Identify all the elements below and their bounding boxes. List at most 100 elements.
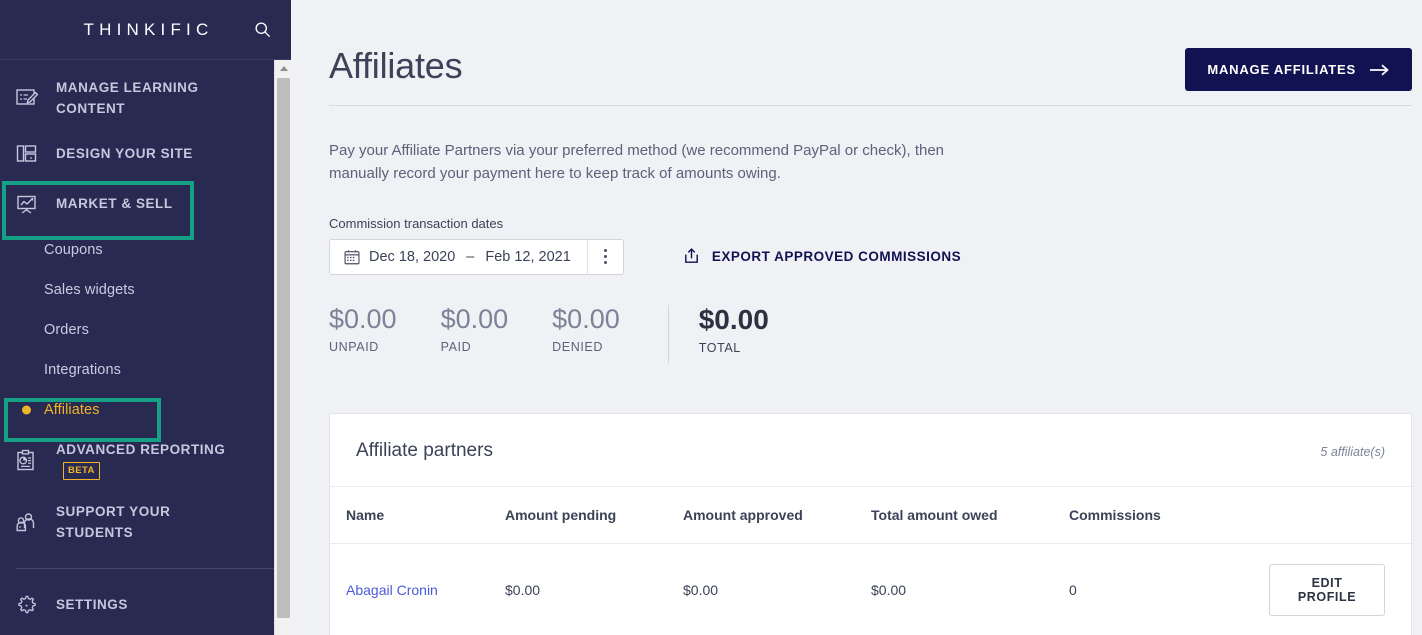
table-header-row: Name Amount pending Amount approved Tota… — [330, 486, 1411, 544]
date-range-display[interactable]: Dec 18, 2020 – Feb 12, 2021 — [330, 240, 587, 274]
sidebar-subitem-label: Integrations — [44, 361, 121, 378]
brand-bar: THINKIFIC — [0, 0, 291, 60]
stat-paid: $0.00 PAID — [440, 303, 509, 355]
sidebar-divider — [16, 567, 275, 569]
app-root: THINKIFIC MANAGE LEARNING CONTENT DESIGN… — [0, 0, 1422, 635]
manage-affiliates-label: MANAGE AFFILIATES — [1207, 62, 1356, 77]
kebab-dot — [603, 255, 607, 258]
main-content: Affiliates MANAGE AFFILIATES Pay your Af… — [291, 0, 1422, 635]
affiliate-partners-card: Affiliate partners 5 affiliate(s) Name A… — [329, 412, 1412, 635]
sidebar-item-settings[interactable]: SETTINGS — [0, 581, 291, 631]
cell-amount-pending: $0.00 — [505, 581, 541, 598]
page-header: Affiliates MANAGE AFFILIATES — [329, 0, 1422, 91]
intro-text: Pay your Affiliate Partners via your pre… — [329, 142, 945, 183]
stat-label: UNPAID — [329, 340, 379, 355]
edit-profile-button[interactable]: EDIT PROFILE — [1269, 563, 1385, 616]
table-header: Name Amount pending Amount approved Tota… — [330, 486, 1411, 544]
sidebar-item-text: ADVANCED REPORTING — [56, 441, 226, 457]
scrollbar-thumb[interactable] — [277, 78, 290, 618]
date-separator: – — [466, 248, 475, 265]
table-row: Abagail Cronin $0.00 $0.00 $0.00 0 EDIT … — [330, 543, 1411, 635]
sidebar-item-label: MARKET & SELL — [56, 196, 173, 212]
sidebar-subitem-label: Affiliates — [44, 401, 100, 418]
sidebar-item-manage-learning-content[interactable]: MANAGE LEARNING CONTENT — [0, 68, 291, 130]
sidebar-item-label: MANAGE LEARNING CONTENT — [56, 80, 199, 116]
column-header-amount-approved: Amount approved — [683, 486, 871, 544]
date-end: Feb 12, 2021 — [485, 248, 571, 265]
sidebar-subitem-label: Sales widgets — [44, 281, 135, 298]
beta-badge: BETA — [63, 461, 100, 481]
sidebar-scrollbar[interactable] — [274, 60, 291, 635]
kebab-dot — [603, 261, 607, 264]
manage-affiliates-button[interactable]: MANAGE AFFILIATES — [1185, 48, 1412, 91]
sidebar-item-coupons[interactable]: Coupons — [0, 230, 291, 270]
sidebar-item-label: DESIGN YOUR SITE — [56, 146, 193, 162]
cell-commissions: 0 — [1069, 581, 1077, 598]
sidebar-item-market-and-sell[interactable]: MARKET & SELL — [0, 180, 291, 230]
column-header-amount-pending: Amount pending — [505, 486, 683, 544]
sidebar-item-support-your-students[interactable]: SUPPORT YOUR STUDENTS — [0, 492, 291, 554]
sidebar-subitem-label: Orders — [44, 321, 89, 338]
arrow-right-icon — [1370, 64, 1389, 75]
sidebar-nav: MANAGE LEARNING CONTENT DESIGN YOUR SITE — [0, 60, 291, 631]
kebab-dot — [603, 249, 607, 252]
scroll-up-arrow-icon[interactable] — [275, 60, 291, 77]
stats-divider — [667, 304, 669, 363]
card-header: Affiliate partners 5 affiliate(s) — [330, 414, 1411, 487]
table-body: Abagail Cronin $0.00 $0.00 $0.00 0 EDIT … — [330, 543, 1411, 635]
stat-denied: $0.00 DENIED — [552, 303, 620, 355]
search-icon[interactable] — [249, 17, 275, 43]
layout-icon — [12, 140, 42, 170]
people-icon — [12, 508, 42, 538]
sidebar-item-label: SUPPORT YOUR STUDENTS — [56, 503, 171, 540]
cell-total-amount-owed: $0.00 — [871, 581, 907, 598]
cell-amount-approved: $0.00 — [683, 581, 719, 598]
sidebar-item-label: ADVANCED REPORTING BETA — [56, 440, 236, 482]
sidebar: THINKIFIC MANAGE LEARNING CONTENT DESIGN… — [0, 0, 291, 635]
sidebar-item-orders[interactable]: Orders — [0, 310, 291, 350]
column-header-actions — [1269, 486, 1411, 544]
sidebar-item-advanced-reporting[interactable]: ADVANCED REPORTING BETA — [0, 430, 291, 492]
date-start: Dec 18, 2020 — [369, 248, 456, 265]
cell-actions: EDIT PROFILE — [1269, 543, 1411, 635]
clipboard-chart-icon — [12, 446, 42, 476]
filters-row: Dec 18, 2020 – Feb 12, 2021 EXPORT APPRO… — [329, 238, 1422, 275]
filters-section: Commission transaction dates Dec 18, 202… — [329, 216, 1422, 275]
sidebar-item-label: SETTINGS — [56, 597, 128, 613]
active-dot-icon — [22, 405, 31, 415]
export-label: EXPORT APPROVED COMMISSIONS — [711, 249, 962, 264]
column-header-name: Name — [330, 486, 505, 544]
sidebar-item-sales-widgets[interactable]: Sales widgets — [0, 270, 291, 310]
kebab-menu-icon[interactable] — [586, 239, 623, 274]
gear-icon — [12, 591, 42, 621]
header-divider — [329, 105, 1412, 106]
cell-name: Abagail Cronin — [330, 543, 505, 635]
upload-icon — [684, 248, 698, 263]
thinkific-logo: THINKIFIC — [83, 19, 214, 39]
stat-value: $0.00 — [698, 303, 769, 335]
stat-value: $0.00 — [329, 303, 397, 334]
column-header-commissions: Commissions — [1069, 486, 1269, 544]
stats-row: $0.00 UNPAID $0.00 PAID $0.00 DENIED $0.… — [329, 303, 1422, 363]
stat-label: PAID — [440, 340, 472, 355]
page-title: Affiliates — [329, 45, 463, 86]
export-approved-commissions-button[interactable]: EXPORT APPROVED COMMISSIONS — [682, 247, 961, 266]
edit-document-icon — [12, 84, 42, 114]
stat-value: $0.00 — [552, 303, 620, 334]
calendar-icon — [344, 249, 360, 264]
column-header-total-amount-owed: Total amount owed — [871, 486, 1069, 544]
stat-unpaid: $0.00 UNPAID — [329, 303, 397, 355]
sidebar-item-affiliates[interactable]: Affiliates — [0, 390, 291, 430]
stat-total: $0.00 TOTAL — [698, 303, 769, 356]
sidebar-item-design-your-site[interactable]: DESIGN YOUR SITE — [0, 130, 291, 180]
partners-table: Name Amount pending Amount approved Tota… — [330, 486, 1411, 635]
sidebar-item-integrations[interactable]: Integrations — [0, 350, 291, 390]
stat-value: $0.00 — [440, 303, 509, 334]
date-range-field[interactable]: Dec 18, 2020 – Feb 12, 2021 — [329, 238, 624, 275]
stat-label: DENIED — [552, 340, 603, 355]
stat-label: TOTAL — [698, 341, 741, 356]
sidebar-subitem-label: Coupons — [44, 241, 103, 258]
affiliate-count: 5 affiliate(s) — [1320, 444, 1385, 459]
card-title: Affiliate partners — [356, 439, 493, 461]
partner-name-link[interactable]: Abagail Cronin — [346, 582, 438, 598]
